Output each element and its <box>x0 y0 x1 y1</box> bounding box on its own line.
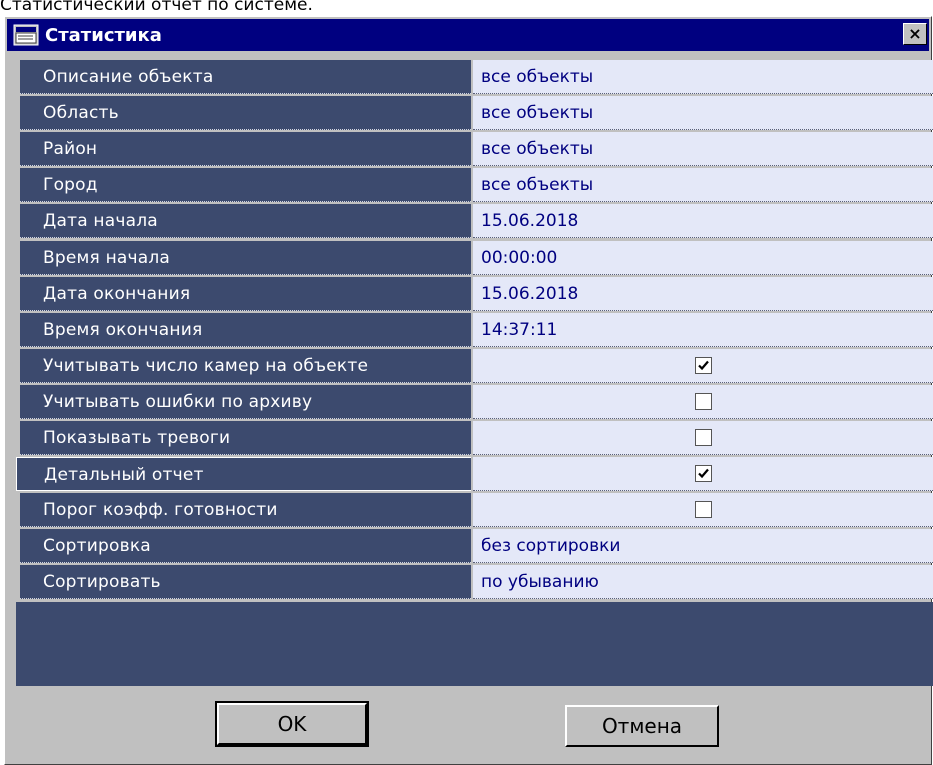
property-label: Дата окончания <box>20 277 471 311</box>
property-row[interactable]: Детальный отчет <box>16 457 933 492</box>
property-value[interactable]: по убыванию <box>473 565 933 599</box>
property-checkbox-cell[interactable] <box>473 493 933 527</box>
close-button[interactable]: × <box>903 23 927 45</box>
property-row[interactable]: Порог коэфф. готовности <box>16 493 933 528</box>
property-row[interactable]: Дата окончания 15.06.2018 <box>16 277 933 312</box>
property-row[interactable]: Сортировать по убыванию <box>16 565 933 600</box>
property-label: Область <box>20 96 471 130</box>
checkbox-checked[interactable] <box>695 357 712 374</box>
property-label: Сортировать <box>20 565 471 599</box>
checkmark-icon <box>698 468 709 479</box>
property-value[interactable]: 15.06.2018 <box>473 204 933 238</box>
property-value[interactable]: 15.06.2018 <box>473 277 933 311</box>
close-icon: × <box>908 24 922 43</box>
property-row[interactable]: Время окончания 14:37:11 <box>16 313 933 348</box>
property-checkbox-cell[interactable] <box>473 421 933 455</box>
property-row[interactable]: Учитывать ошибки по архиву <box>16 385 933 420</box>
property-label: Сортировка <box>20 529 471 563</box>
checkmark-icon <box>698 360 709 371</box>
property-label: Учитывать ошибки по архиву <box>20 385 471 419</box>
property-row[interactable]: Показывать тревоги <box>16 421 933 456</box>
property-row[interactable]: Время начала 00:00:00 <box>16 241 933 276</box>
property-row[interactable]: Дата начала 15.06.2018 <box>16 204 933 239</box>
title-bar[interactable]: Статистика × <box>7 19 929 51</box>
property-label: Город <box>20 168 471 202</box>
property-value[interactable]: все объекты <box>473 96 933 130</box>
page-caption: Статистический отчет по системе. <box>0 0 313 15</box>
property-value[interactable]: все объекты <box>473 168 933 202</box>
ok-button[interactable]: OK <box>215 701 369 747</box>
property-row[interactable]: Область все объекты <box>16 96 933 131</box>
property-value[interactable]: все объекты <box>473 132 933 166</box>
property-label: Детальный отчет <box>16 457 471 491</box>
property-row[interactable]: Сортировка без сортировки <box>16 529 933 564</box>
window-app-icon <box>13 24 39 46</box>
property-row[interactable]: Город все объекты <box>16 168 933 203</box>
dialog-title: Статистика <box>45 24 162 46</box>
property-label: Район <box>20 132 471 166</box>
property-checkbox-cell[interactable] <box>473 349 933 383</box>
checkbox-checked[interactable] <box>695 465 712 482</box>
property-row[interactable]: Район все объекты <box>16 132 933 167</box>
property-value[interactable]: без сортировки <box>473 529 933 563</box>
property-label: Дата начала <box>20 204 471 238</box>
property-value[interactable]: все объекты <box>473 60 933 94</box>
property-row[interactable]: Учитывать число камер на объекте <box>16 349 933 384</box>
property-grid-empty-area <box>16 602 933 686</box>
property-value[interactable]: 14:37:11 <box>473 313 933 347</box>
property-grid: Описание объекта все объекты Область все об… <box>16 60 933 602</box>
property-checkbox-cell[interactable] <box>473 457 933 491</box>
statistics-dialog: Статистика × Описание объекта все объекты… <box>4 16 933 765</box>
property-label: Время окончания <box>20 313 471 347</box>
checkbox-unchecked[interactable] <box>695 501 712 518</box>
property-label: Порог коэфф. готовности <box>20 493 471 527</box>
property-value[interactable]: 00:00:00 <box>473 241 933 275</box>
property-row[interactable]: Описание объекта все объекты <box>16 60 933 95</box>
checkbox-unchecked[interactable] <box>695 393 712 410</box>
property-label: Описание объекта <box>20 60 471 94</box>
property-checkbox-cell[interactable] <box>473 385 933 419</box>
property-label: Время начала <box>20 241 471 275</box>
property-label: Учитывать число камер на объекте <box>20 349 471 383</box>
property-label: Показывать тревоги <box>20 421 471 455</box>
cancel-button[interactable]: Отмена <box>565 705 719 747</box>
checkbox-unchecked[interactable] <box>695 429 712 446</box>
